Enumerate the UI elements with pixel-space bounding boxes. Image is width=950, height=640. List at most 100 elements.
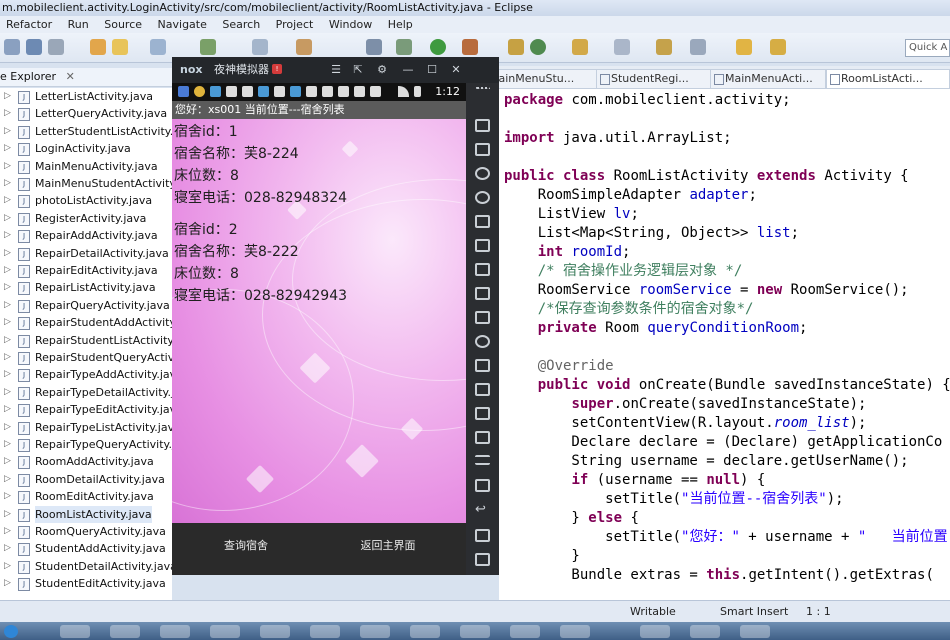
expand-arrow-icon[interactable]: ▷ xyxy=(4,192,11,209)
package-explorer-tab[interactable]: e Explorer ✕ xyxy=(0,68,172,87)
back-arrow-icon[interactable] xyxy=(736,39,752,55)
volume-up-icon[interactable] xyxy=(475,263,490,276)
expand-arrow-icon[interactable]: ▷ xyxy=(4,175,11,192)
multi-instance-icon[interactable] xyxy=(475,407,490,420)
expand-arrow-icon[interactable]: ▷ xyxy=(4,419,11,436)
window-icon[interactable] xyxy=(475,479,490,492)
open-folder-icon[interactable] xyxy=(572,39,588,55)
debug-icon[interactable] xyxy=(396,39,412,55)
back-to-main-button[interactable]: 返回主界面 xyxy=(328,537,448,553)
location-icon[interactable] xyxy=(475,191,490,204)
expand-arrow-icon[interactable]: ▷ xyxy=(4,349,11,366)
expand-arrow-icon[interactable]: ▷ xyxy=(4,158,11,175)
taskbar-app-icon[interactable] xyxy=(640,625,670,638)
minimize-icon[interactable]: — xyxy=(398,57,418,83)
new-file-icon[interactable] xyxy=(4,39,20,55)
taskbar-app-icon[interactable] xyxy=(560,625,590,638)
taskbar-app-icon[interactable] xyxy=(160,625,190,638)
expand-arrow-icon[interactable]: ▷ xyxy=(4,140,11,157)
skip-breakpoints-icon[interactable] xyxy=(366,39,382,55)
forward-arrow-icon[interactable] xyxy=(770,39,786,55)
taskbar-app-icon[interactable] xyxy=(210,625,240,638)
next-edit-icon[interactable] xyxy=(690,39,706,55)
menu-project[interactable]: Project xyxy=(276,16,314,33)
hand-icon[interactable] xyxy=(296,39,312,55)
expand-arrow-icon[interactable]: ▷ xyxy=(4,401,11,418)
taskbar-app-icon[interactable] xyxy=(360,625,390,638)
run-icon[interactable] xyxy=(430,39,446,55)
tab-student-regi[interactable]: StudentRegi... xyxy=(596,69,712,88)
screenshot-icon[interactable] xyxy=(475,383,490,396)
tab-main-menu-acti[interactable]: MainMenuActi... xyxy=(710,69,826,88)
maximize-icon[interactable]: ☐ xyxy=(422,57,442,83)
expand-arrow-icon[interactable]: ▷ xyxy=(4,453,11,470)
expand-arrow-icon[interactable]: ▷ xyxy=(4,105,11,122)
expand-arrow-icon[interactable]: ▷ xyxy=(4,506,11,523)
open-type-icon[interactable] xyxy=(90,39,106,55)
menu-source[interactable]: Source xyxy=(104,16,142,33)
expand-arrow-icon[interactable]: ▷ xyxy=(4,558,11,575)
menu-help[interactable]: Help xyxy=(388,16,413,33)
shake-icon[interactable] xyxy=(475,359,490,372)
expand-arrow-icon[interactable]: ▷ xyxy=(4,540,11,557)
expand-arrow-icon[interactable]: ▷ xyxy=(4,314,11,331)
scissors-icon[interactable] xyxy=(475,167,490,180)
expand-arrow-icon[interactable]: ▷ xyxy=(4,297,11,314)
fullscreen-icon[interactable] xyxy=(475,239,490,252)
save-icon[interactable] xyxy=(26,39,42,55)
pin-icon[interactable]: ⇱ xyxy=(348,57,368,83)
keyboard-icon[interactable] xyxy=(475,143,490,156)
checkbox-icon[interactable] xyxy=(252,39,268,55)
trash-icon[interactable] xyxy=(475,119,490,132)
back-icon[interactable]: ↩ xyxy=(475,503,490,516)
install-apk-icon[interactable] xyxy=(475,311,490,324)
taskbar-app-icon[interactable] xyxy=(60,625,90,638)
expand-arrow-icon[interactable]: ▷ xyxy=(4,262,11,279)
expand-arrow-icon[interactable]: ▷ xyxy=(4,436,11,453)
external-tools-icon[interactable] xyxy=(462,39,478,55)
menu-window[interactable]: Window xyxy=(329,16,372,33)
quick-access-input[interactable]: Quick A xyxy=(905,39,950,57)
expand-arrow-icon[interactable]: ▷ xyxy=(4,523,11,540)
loading-icon[interactable] xyxy=(475,335,490,348)
taskbar-app-icon[interactable] xyxy=(740,625,770,638)
expand-arrow-icon[interactable]: ▷ xyxy=(4,471,11,488)
pencil-icon[interactable] xyxy=(614,39,630,55)
annotation-icon[interactable] xyxy=(656,39,672,55)
code-editor[interactable]: package com.mobileclient.activity; impor… xyxy=(499,89,950,600)
expand-arrow-icon[interactable]: ▷ xyxy=(4,366,11,383)
expand-arrow-icon[interactable]: ▷ xyxy=(4,384,11,401)
video-icon[interactable] xyxy=(475,431,490,444)
close-icon[interactable]: ✕ xyxy=(446,57,466,83)
menu-run[interactable]: Run xyxy=(68,16,89,33)
expand-arrow-icon[interactable]: ▷ xyxy=(4,210,11,227)
taskbar-app-icon[interactable] xyxy=(260,625,290,638)
print-icon[interactable] xyxy=(48,39,64,55)
new-class-icon[interactable] xyxy=(530,39,546,55)
taskbar-app-icon[interactable] xyxy=(110,625,140,638)
block-selection-icon[interactable] xyxy=(150,39,166,55)
query-room-button[interactable]: 查询宿舍 xyxy=(186,537,306,553)
menu-icon[interactable]: ☰ xyxy=(326,57,346,83)
menu-refactor[interactable]: Refactor xyxy=(6,16,52,33)
volume-down-icon[interactable] xyxy=(475,287,490,300)
menu-navigate[interactable]: Navigate xyxy=(158,16,207,33)
mark-occurrences-icon[interactable] xyxy=(112,39,128,55)
new-package-icon[interactable] xyxy=(508,39,524,55)
settings-icon[interactable]: ⚙ xyxy=(372,57,392,83)
expand-arrow-icon[interactable]: ▷ xyxy=(4,245,11,262)
next-annotation-icon[interactable] xyxy=(200,39,216,55)
record-icon[interactable]: ! xyxy=(272,64,282,74)
expand-arrow-icon[interactable]: ▷ xyxy=(4,488,11,505)
expand-arrow-icon[interactable]: ▷ xyxy=(4,88,11,105)
tab-room-list-acti[interactable]: RoomListActi... xyxy=(826,69,950,88)
taskbar-app-icon[interactable] xyxy=(310,625,340,638)
home-icon[interactable] xyxy=(475,529,490,542)
taskbar-app-icon[interactable] xyxy=(510,625,540,638)
taskbar-app-icon[interactable] xyxy=(460,625,490,638)
taskbar-app-icon[interactable] xyxy=(690,625,720,638)
close-icon[interactable]: ✕ xyxy=(66,70,75,83)
more-icon[interactable] xyxy=(475,87,490,91)
menu-search[interactable]: Search xyxy=(222,16,260,33)
menu-icon[interactable] xyxy=(475,455,490,465)
